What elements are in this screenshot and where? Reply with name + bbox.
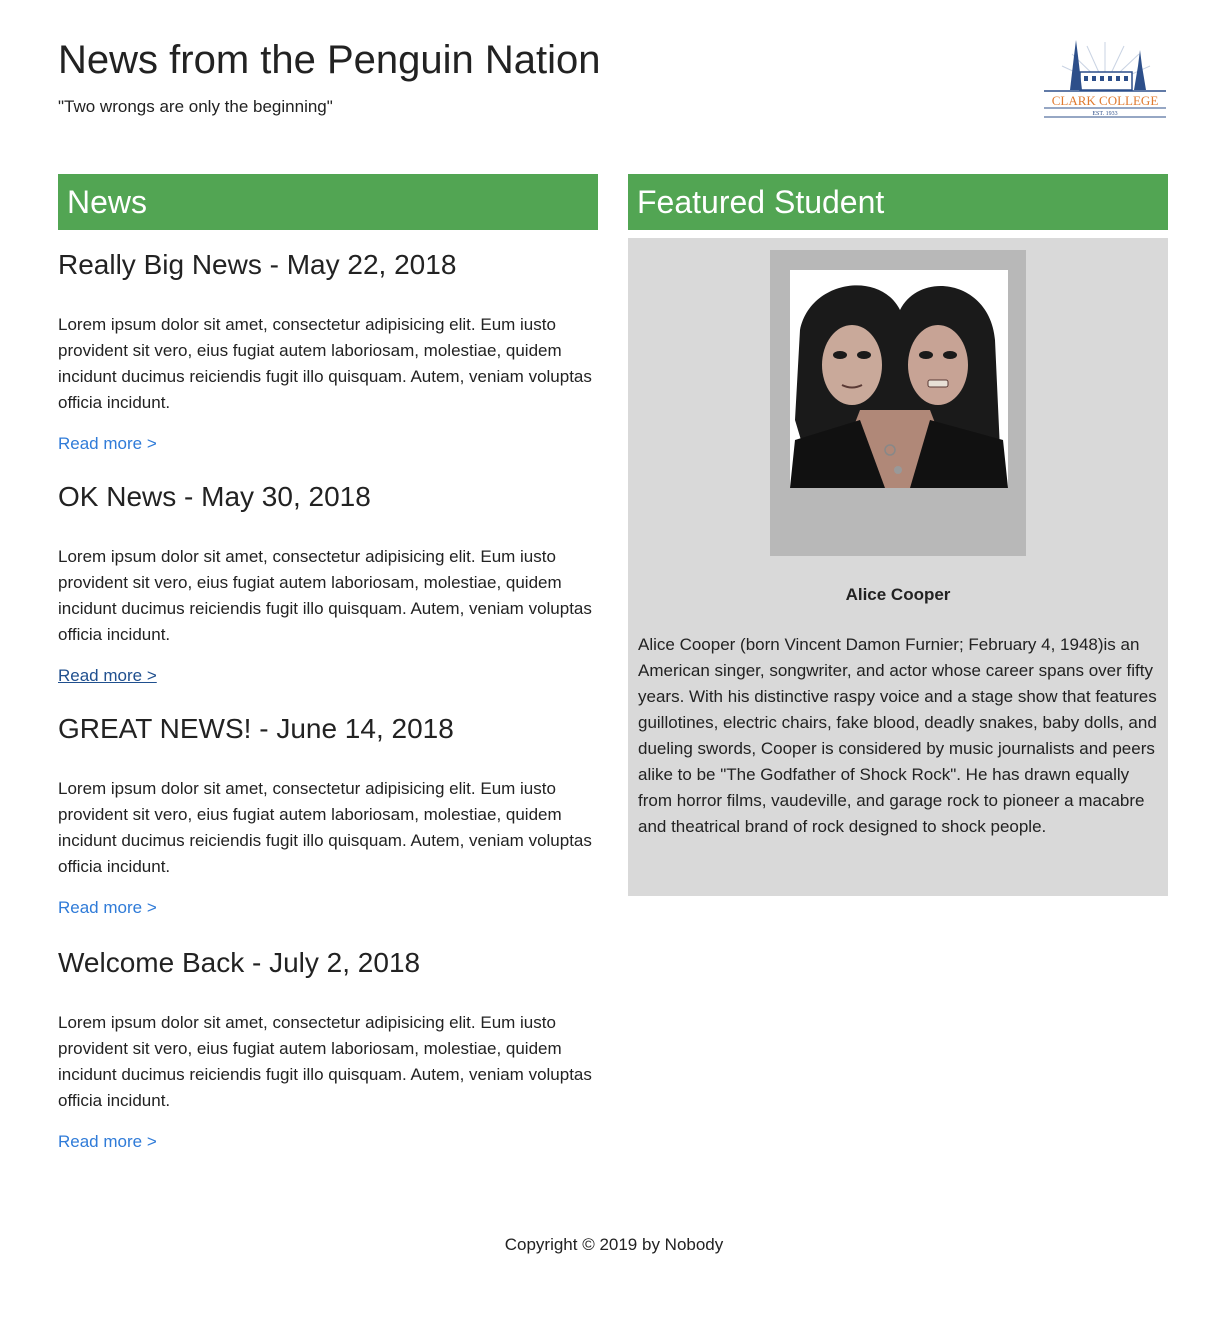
featured-student-section: Featured Student Alice Cooper Alice Coop…	[628, 174, 1168, 896]
news-heading: News	[58, 174, 598, 230]
site-title: News from the Penguin Nation	[58, 38, 601, 82]
article-title: Welcome Back - July 2, 2018	[58, 947, 421, 978]
photo-frame	[770, 250, 1026, 556]
read-more-link[interactable]: Read more >	[58, 1131, 157, 1153]
footer-copyright: Copyright © 2019 by Nobody	[504, 1235, 724, 1254]
article-title: OK News - May 30, 2018	[58, 481, 371, 512]
student-photo-icon	[790, 270, 1008, 488]
article-body: Lorem ipsum dolor sit amet, consectetur …	[58, 315, 592, 412]
logo-text: CLARK COLLEGE	[1052, 93, 1159, 108]
site-tagline: "Two wrongs are only the beginning"	[58, 97, 333, 116]
read-more-link[interactable]: Read more >	[58, 433, 157, 455]
news-section: News Really Big News - May 22, 2018 Lore…	[58, 174, 598, 1151]
article-body: Lorem ipsum dolor sit amet, consectetur …	[58, 547, 592, 644]
article-title: Really Big News - May 22, 2018	[58, 249, 457, 280]
article-body: Lorem ipsum dolor sit amet, consectetur …	[58, 1013, 592, 1110]
site-header: News from the Penguin Nation "Two wrongs…	[58, 36, 1168, 126]
featured-heading: Featured Student	[628, 174, 1168, 230]
read-more-link[interactable]: Read more >	[58, 665, 157, 687]
featured-panel: Alice Cooper Alice Cooper (born Vincent …	[628, 238, 1168, 896]
read-more-link[interactable]: Read more >	[58, 897, 157, 919]
logo-graphic: CLARK COLLEGE EST. 1933	[1044, 40, 1166, 118]
student-bio: Alice Cooper (born Vincent Damon Furnier…	[638, 635, 1157, 836]
student-photo	[790, 270, 1008, 488]
student-name: Alice Cooper	[845, 585, 951, 604]
clark-college-logo[interactable]: CLARK COLLEGE EST. 1933	[1042, 36, 1168, 118]
logo-est: EST. 1933	[1092, 111, 1117, 117]
article-body: Lorem ipsum dolor sit amet, consectetur …	[58, 779, 592, 876]
article-title: GREAT NEWS! - June 14, 2018	[58, 713, 454, 744]
